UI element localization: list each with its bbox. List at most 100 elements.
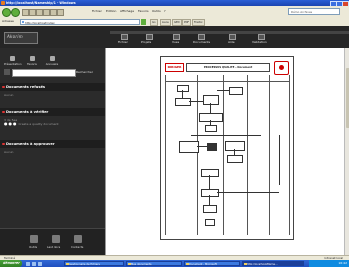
menu-tools[interactable]: Outils — [152, 9, 161, 14]
home-icon[interactable] — [36, 9, 43, 16]
menu-view[interactable]: Affichage — [120, 9, 134, 14]
flow-edge — [279, 135, 280, 185]
start-button[interactable]: démarrer — [0, 260, 22, 267]
flow-edge — [209, 175, 210, 189]
menu-file[interactable]: Fichier — [92, 9, 102, 14]
flow-edge — [197, 146, 207, 147]
document-viewer: DIRIGER PROCESSUS QUALITE - Document — [105, 48, 349, 255]
flow-node — [205, 219, 215, 226]
section-title[interactable]: Documents refusés — [0, 83, 105, 91]
menu-help[interactable]: ? — [164, 9, 166, 14]
tools-icon[interactable] — [30, 235, 38, 243]
flow-edge — [210, 120, 211, 125]
section-body: Aucun — [4, 93, 14, 97]
app-header: Akorim Fichier Projets Vues Documents Ai… — [0, 26, 349, 48]
flow-node — [207, 143, 217, 151]
directory-icon — [49, 56, 55, 61]
flow-edge — [191, 135, 261, 136]
search-input[interactable]: Démo Archives — [288, 8, 340, 15]
nav-tab-documents[interactable]: Documents — [193, 40, 210, 44]
sidebar-tool-label: Présentation — [4, 62, 22, 66]
section-title[interactable]: Documents à approuver — [0, 140, 105, 148]
flow-node — [229, 87, 243, 95]
flow-edge — [209, 195, 210, 205]
system-tray-clock: 16:42 — [309, 260, 349, 267]
dots-icon: ●●● — [4, 121, 18, 126]
taskbar-item-active[interactable]: http://localhost/Name... — [242, 261, 304, 266]
presentation-icon — [9, 56, 15, 61]
contacts-icon[interactable] — [74, 235, 82, 243]
link-ged[interactable]: GED — [172, 19, 182, 26]
quick-launch-icon[interactable] — [26, 261, 30, 266]
list-item[interactable]: ●●● Create a quality document — [4, 121, 101, 127]
search-icon[interactable] — [43, 9, 50, 16]
flow-node — [179, 141, 199, 153]
section-docs-to-approve: Documents à approuver Aucun — [0, 140, 105, 156]
document-logo — [274, 61, 289, 75]
nav-tab-views[interactable]: Vues — [172, 40, 179, 44]
search-icon — [4, 69, 10, 75]
sidebar-search-button[interactable]: Rechercher — [76, 69, 93, 75]
stop-icon[interactable] — [22, 9, 29, 16]
favorites-icon — [29, 56, 35, 61]
flow-edge — [217, 192, 279, 193]
document-red-label: DIRIGER — [165, 63, 184, 72]
flow-node — [201, 169, 219, 177]
document-page: DIRIGER PROCESSUS QUALITE - Document — [160, 56, 294, 240]
nav-tab-help[interactable]: Aide — [228, 40, 235, 44]
lane-divider — [165, 75, 166, 235]
sidebar-tool-presentation[interactable]: Présentation — [4, 56, 22, 68]
address-input[interactable]: http://localhost/index — [20, 18, 140, 25]
sidebar-bottom-bar: Outils Last docs Contacts — [0, 228, 105, 256]
flow-edge — [182, 90, 183, 98]
go-icon[interactable] — [141, 18, 146, 25]
flow-node — [203, 95, 219, 105]
sidebar-tool-favorites[interactable]: Favoris — [24, 56, 40, 68]
flow-node — [201, 189, 219, 197]
forward-icon[interactable] — [11, 8, 20, 17]
nav-tab-file[interactable]: Fichier — [118, 40, 128, 44]
flow-node — [205, 125, 217, 132]
link-liens[interactable]: Liens — [160, 19, 171, 26]
menu-favorites[interactable]: Favoris — [138, 9, 149, 14]
sidebar-tool-directory[interactable]: Annuaire — [44, 56, 60, 68]
quick-launch-icon[interactable] — [32, 261, 36, 266]
section-body: Aucun — [4, 150, 14, 154]
flow-node — [203, 205, 217, 213]
link-firefox[interactable]: Firefox — [192, 19, 205, 26]
menu-edit[interactable]: Edition — [106, 9, 116, 14]
lane-divider — [247, 75, 248, 235]
link-pdf[interactable]: PDF — [182, 19, 192, 26]
lane-divider — [197, 75, 198, 235]
section-docs-to-verify: Documents à vérifier 3 de 5ea ●●● Create… — [0, 108, 105, 128]
scrollbar-thumb[interactable] — [345, 68, 349, 128]
taskbar-item[interactable]: Document - Microsoft — [184, 261, 240, 266]
flow-node — [175, 98, 191, 106]
back-icon[interactable] — [2, 8, 11, 17]
sidebar-search-input[interactable] — [12, 69, 76, 77]
quick-launch-icon[interactable] — [38, 261, 42, 266]
vertical-scrollbar[interactable] — [344, 48, 349, 255]
list-item-label: Create a quality document — [18, 122, 59, 126]
nav-tab-projects[interactable]: Projets — [141, 40, 151, 44]
nav-tab-validation[interactable]: Validation — [252, 40, 267, 44]
taskbar-item[interactable]: Mes documents — [126, 261, 182, 266]
lane-header — [165, 75, 289, 82]
favorites-icon[interactable] — [50, 9, 57, 16]
history-icon[interactable] — [57, 9, 64, 16]
section-body: 3 de 5ea ●●● Create a quality document — [0, 116, 105, 128]
flow-edge — [234, 149, 235, 155]
last-docs-icon[interactable] — [52, 235, 60, 243]
sidebar-tool-label: Annuaire — [45, 62, 59, 66]
address-label: Adresse — [2, 19, 14, 23]
flow-node — [199, 113, 223, 122]
refresh-icon[interactable] — [29, 9, 36, 16]
lane-divider — [223, 75, 224, 235]
bottom-label-last-docs: Last docs — [47, 245, 61, 249]
link-go[interactable]: Go — [150, 19, 158, 26]
flow-node — [225, 141, 245, 151]
flow-edge — [189, 101, 203, 102]
taskbar-item[interactable]: Gestionnaire de fichiers — [64, 261, 124, 266]
logo-text: Akorim — [7, 34, 23, 39]
section-title[interactable]: Documents à vérifier — [0, 108, 105, 116]
